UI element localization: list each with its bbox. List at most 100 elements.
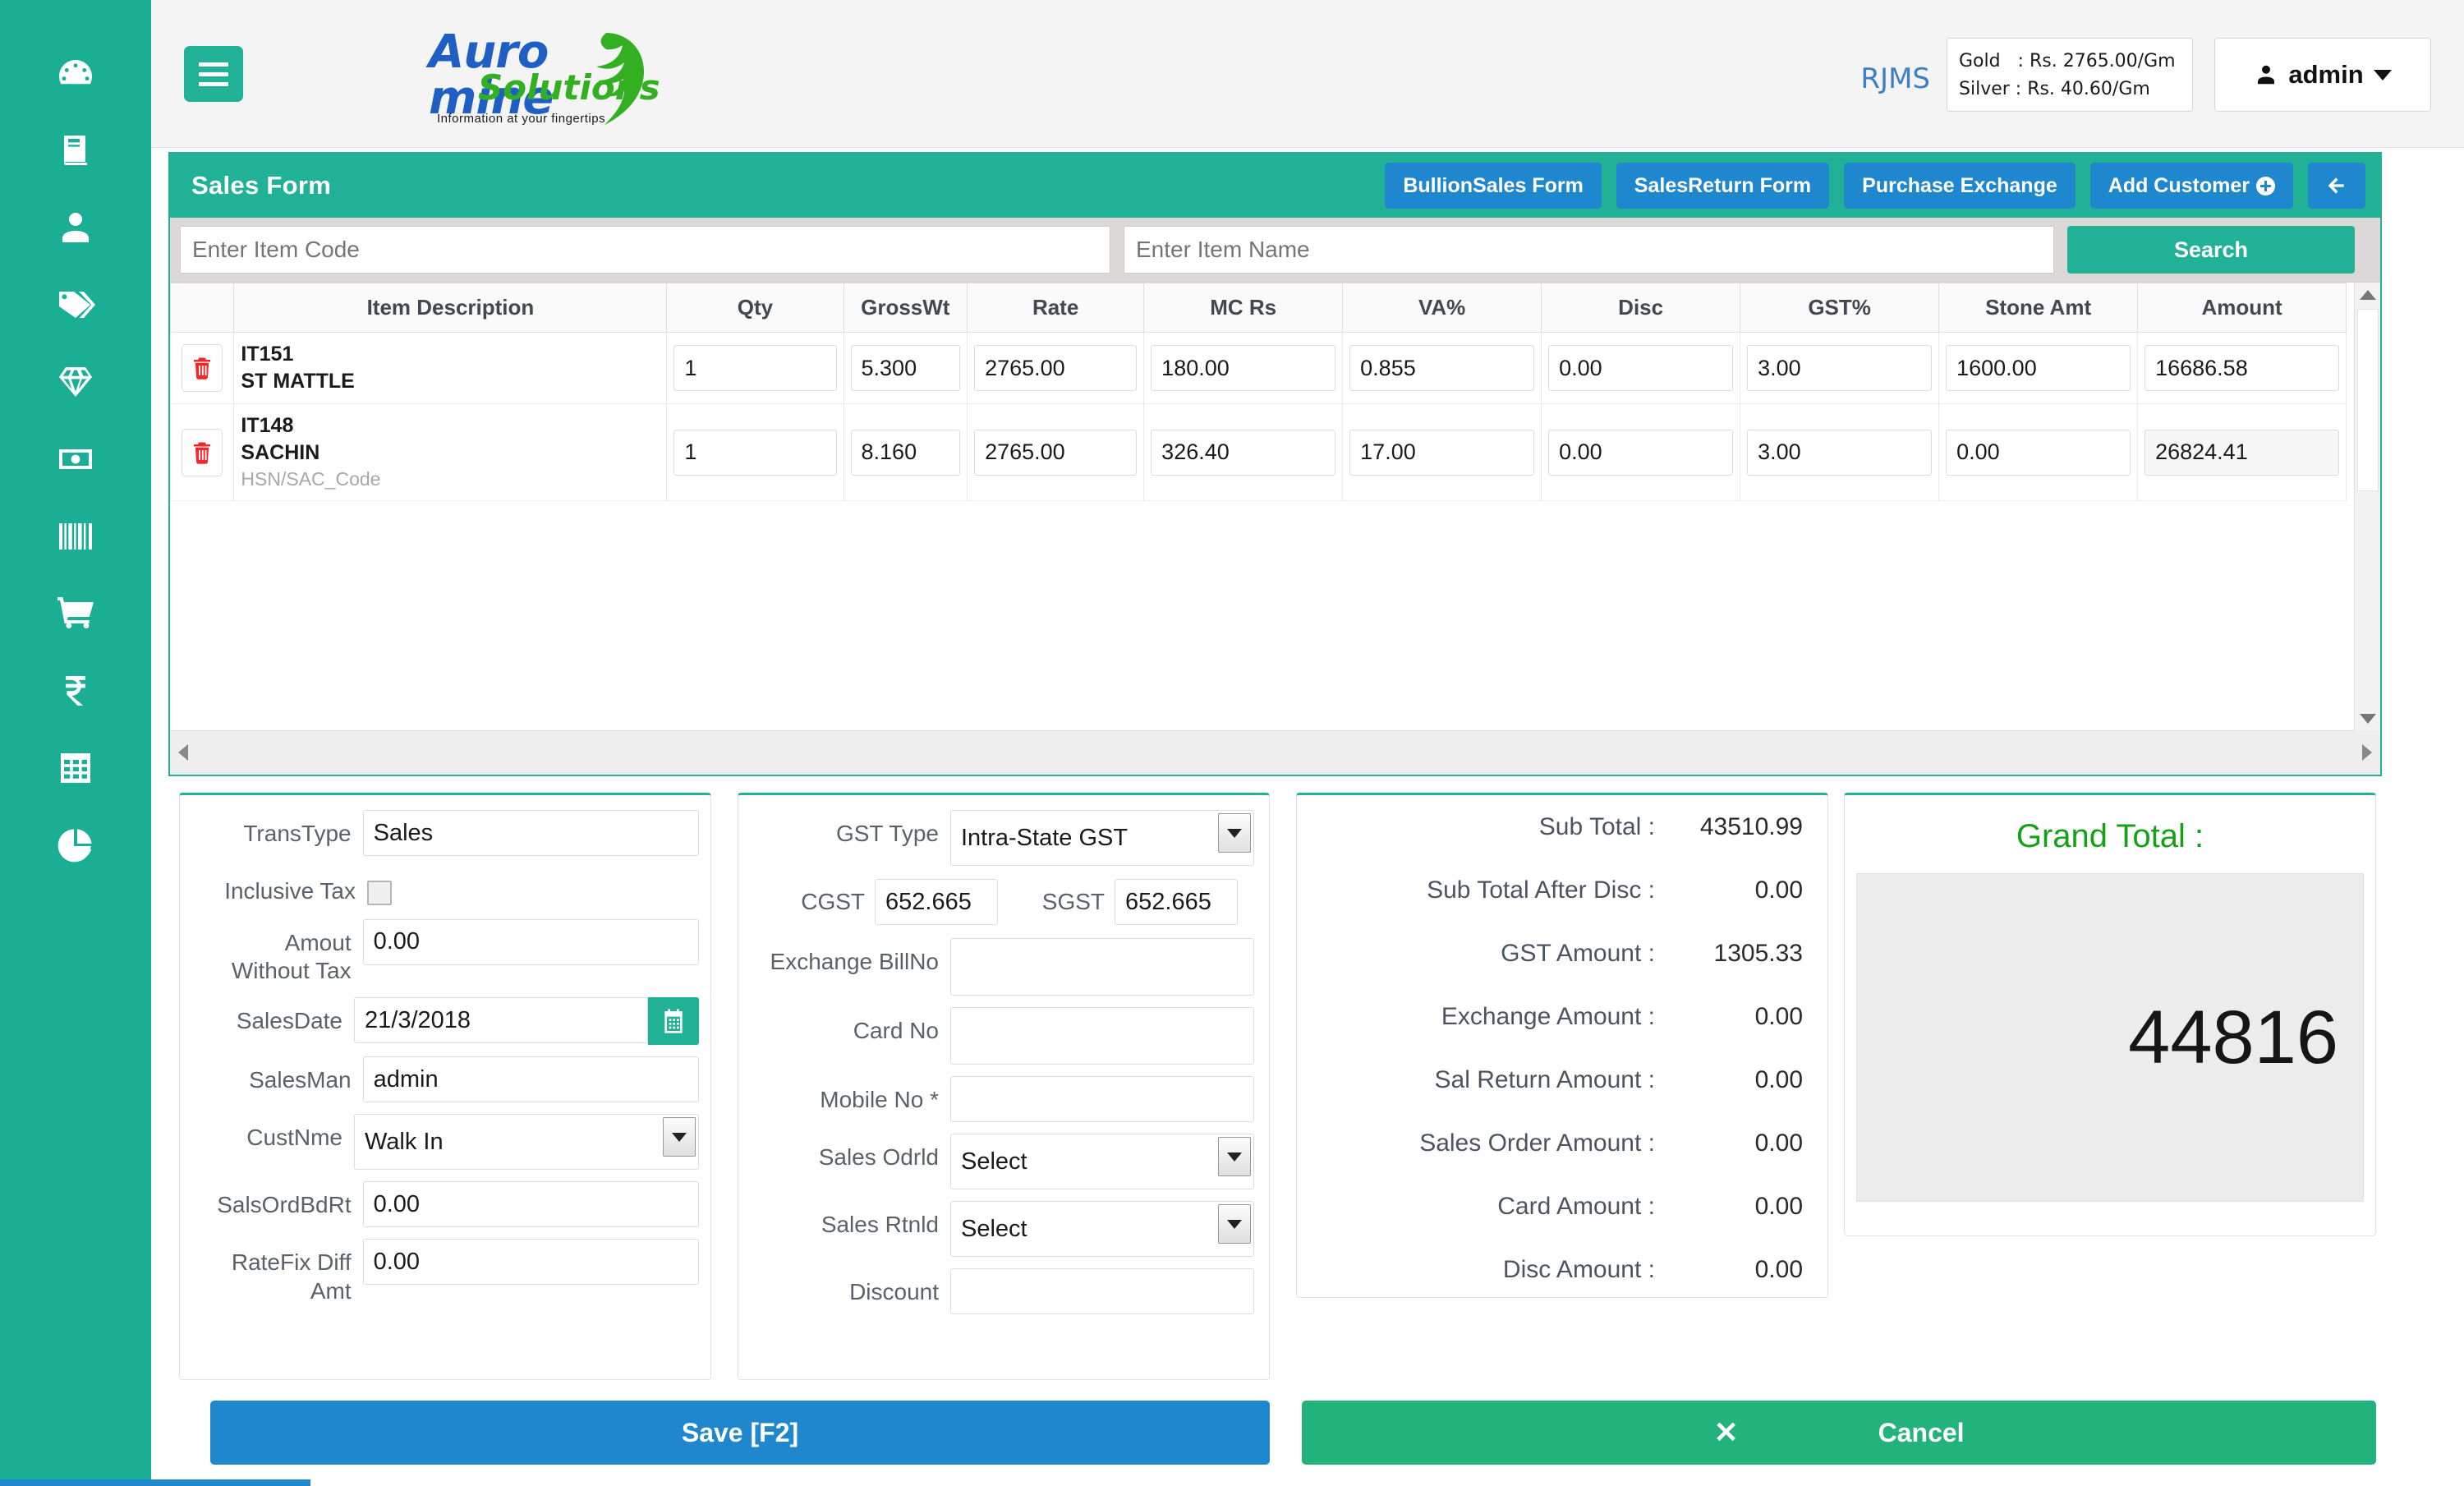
cancel-button[interactable]: ✕ Cancel (1302, 1401, 2376, 1465)
va-input[interactable] (1349, 345, 1535, 391)
total-row: Card Amount : 0.00 (1297, 1175, 1827, 1238)
amount-without-tax-label: Amout Without Tax (191, 919, 352, 986)
mc-cell (1143, 403, 1344, 502)
sidebar-item-customers[interactable] (0, 191, 151, 268)
inclusive-tax-label: Inclusive Tax (224, 878, 356, 904)
save-button[interactable]: Save [F2] (210, 1401, 1270, 1465)
transtype-input[interactable] (362, 810, 699, 856)
sidebar-item-reports-table[interactable] (0, 731, 151, 808)
exchange-billno-input[interactable] (950, 938, 1254, 996)
salesman-input[interactable] (362, 1056, 699, 1103)
sales-return-form-button[interactable]: SalesReturn Form (1616, 163, 1830, 209)
disc-input[interactable] (1548, 345, 1734, 391)
qty-input[interactable] (673, 429, 837, 476)
sidebar-item-sales[interactable] (0, 577, 151, 654)
item-name-input[interactable] (1124, 226, 2054, 274)
sidebar-item-dashboard[interactable] (0, 36, 151, 113)
scroll-up-button[interactable] (2355, 283, 2381, 307)
rate-input[interactable] (974, 345, 1138, 391)
pie-chart-icon (56, 826, 95, 869)
disc-input[interactable] (1548, 429, 1734, 476)
sal-return-amount-value: 0.00 (1754, 1065, 1803, 1093)
gst-input[interactable] (1747, 429, 1933, 476)
ratefix-label-line1: RateFix Diff (231, 1249, 352, 1276)
sales-rtnid-select[interactable] (950, 1201, 1254, 1257)
sidebar-item-cash[interactable] (0, 422, 151, 499)
custnme-select[interactable] (354, 1114, 699, 1171)
amount-input[interactable] (2145, 429, 2339, 476)
sidebar-item-daybook[interactable] (0, 113, 151, 191)
sidebar-item-tags[interactable] (0, 268, 151, 345)
panel-header: Sales Form BullionSales Form SalesReturn… (170, 154, 2380, 218)
stone-amt-input[interactable] (1946, 345, 2131, 391)
stone-amt-cell (1938, 332, 2139, 404)
chevron-up-icon (2360, 290, 2376, 300)
total-row: Sub Total After Disc : 0.00 (1297, 858, 1827, 922)
back-button[interactable] (2308, 163, 2365, 209)
stone-amt-input[interactable] (1946, 429, 2131, 476)
hamburger-bar (199, 71, 228, 76)
vertical-scroll-thumb[interactable] (2357, 309, 2379, 491)
table-vertical-scrollbar[interactable] (2354, 283, 2380, 731)
gst-amount-value: 1305.33 (1713, 939, 1803, 967)
item-description-cell: IT148 SACHIN HSN/SAC_Code (233, 403, 668, 502)
menu-toggle-button[interactable] (184, 46, 243, 102)
sub-total-value: 43510.99 (1699, 812, 1803, 840)
mc-input[interactable] (1151, 429, 1336, 476)
delete-row-button[interactable] (182, 344, 223, 392)
sidebar-item-accounts[interactable] (0, 654, 151, 731)
purchase-exchange-button[interactable]: Purchase Exchange (1844, 163, 2076, 209)
va-input[interactable] (1349, 429, 1535, 476)
grid-table-icon (56, 748, 95, 792)
delete-row-button[interactable] (182, 428, 223, 476)
app-code-label: RJMS (1860, 62, 1930, 95)
amount-input[interactable] (2145, 345, 2339, 391)
gst-input[interactable] (1747, 345, 1933, 391)
card-no-input[interactable] (950, 1007, 1254, 1065)
scroll-right-icon[interactable] (2362, 743, 2372, 761)
inclusive-tax-checkbox[interactable] (367, 881, 392, 905)
rupee-icon (56, 671, 95, 715)
dashboard-icon (56, 53, 95, 97)
sidebar-item-analytics[interactable] (0, 808, 151, 886)
rate-input[interactable] (974, 429, 1138, 476)
amount-without-tax-input[interactable] (362, 918, 699, 965)
add-customer-button[interactable]: Add Customer (2089, 163, 2293, 209)
sgst-input[interactable] (1115, 879, 1238, 925)
qty-cell (666, 332, 844, 404)
sidebar-item-barcode[interactable] (0, 499, 151, 577)
sales-order-amount-value: 0.00 (1754, 1129, 1803, 1157)
grosswt-input[interactable] (850, 429, 961, 476)
sidebar-item-jewellery[interactable] (0, 345, 151, 422)
discount-input[interactable] (950, 1268, 1254, 1314)
mc-input[interactable] (1151, 345, 1336, 391)
item-code-input[interactable] (180, 226, 1110, 274)
sales-odrid-label: Sales Odrld (818, 1144, 939, 1170)
scroll-left-icon[interactable] (178, 743, 188, 761)
discount-label: Discount (849, 1279, 939, 1304)
bullion-sales-form-button[interactable]: BullionSales Form (1385, 163, 1602, 209)
ratefix-diff-amt-input[interactable] (362, 1239, 699, 1286)
qty-input[interactable] (673, 345, 837, 391)
plus-circle-icon (2256, 176, 2275, 196)
user-menu-button[interactable]: admin (2214, 38, 2431, 112)
rate-cell (967, 332, 1145, 404)
card-no-label: Card No (853, 1018, 939, 1043)
column-header-qty: Qty (666, 283, 844, 333)
search-button[interactable]: Search (2067, 226, 2355, 274)
ratefix-label-line2: Amt (310, 1277, 352, 1304)
items-table: Item Description Qty GrossWt Rate MC Rs … (169, 283, 2347, 502)
mobile-no-input[interactable] (950, 1076, 1254, 1122)
amount-cell (2137, 332, 2347, 404)
calendar-picker-button[interactable] (648, 997, 699, 1046)
item-code-text: IT148 (241, 414, 294, 437)
table-horizontal-scrollbar[interactable] (170, 730, 2380, 773)
cgst-input[interactable] (875, 879, 998, 925)
scroll-down-button[interactable] (2355, 706, 2381, 731)
salesdate-input[interactable] (354, 997, 648, 1044)
grosswt-input[interactable] (850, 345, 961, 391)
sales-odrid-select[interactable] (950, 1134, 1254, 1189)
salsordbdrt-input[interactable] (362, 1181, 699, 1228)
sub-total-after-disc-value: 0.00 (1754, 876, 1803, 904)
gsttype-select[interactable] (950, 810, 1254, 866)
